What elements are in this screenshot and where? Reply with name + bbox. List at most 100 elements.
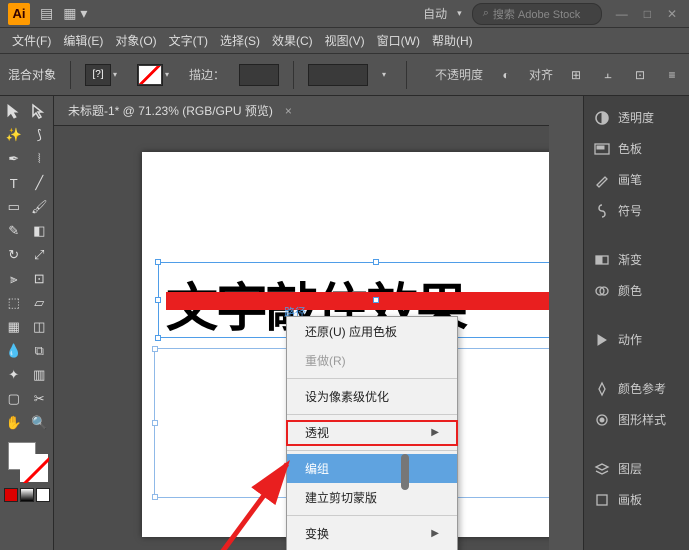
panel-dock-strip[interactable]: [549, 96, 583, 550]
symbol-sprayer-tool[interactable]: ✦: [2, 364, 26, 386]
context-menu: 还原(U) 应用色板 重做(R) 设为像素级优化 透视▶ 编组 建立剪切蒙版 变…: [286, 316, 458, 550]
opacity-label[interactable]: 不透明度: [435, 66, 483, 83]
eraser-tool[interactable]: ◧: [28, 220, 52, 242]
toolbox: ✨⟆ ✒⦚ T╱ ▭🖌 ✎◧ ↻⤢ ⫸⊡ ⬚▱ ▦◫ 💧⧉ ✦▥ ▢✂ ✋🔍: [0, 96, 54, 550]
ctx-group[interactable]: 编组: [287, 454, 457, 483]
color-mode-chip[interactable]: [4, 488, 18, 502]
chevron-down-icon[interactable]: ▾: [457, 8, 462, 19]
canvas-area: 未标题-1* @ 71.23% (RGB/GPU 预览) × 文字敲住效果 路径…: [54, 96, 549, 550]
scale-tool[interactable]: ⤢: [28, 244, 52, 266]
stroke-swatch[interactable]: [137, 64, 163, 86]
ctx-redo: 重做(R): [287, 346, 457, 375]
ctx-undo[interactable]: 还原(U) 应用色板: [287, 317, 457, 346]
panel-artboards[interactable]: 画板: [584, 484, 689, 515]
align-icon[interactable]: ⊞: [567, 66, 585, 84]
graphic-style-icon[interactable]: ◐: [497, 66, 515, 84]
panel-color[interactable]: 颜色: [584, 275, 689, 306]
minimize-button[interactable]: —: [612, 5, 632, 23]
maximize-button[interactable]: □: [640, 5, 655, 23]
none-mode-chip[interactable]: [36, 488, 50, 502]
close-tab-button[interactable]: ×: [285, 104, 292, 118]
panel-graphic-styles[interactable]: 图形样式: [584, 404, 689, 435]
panel-symbols[interactable]: 符号: [584, 195, 689, 226]
mesh-tool[interactable]: ▦: [2, 316, 26, 338]
artboard-tool[interactable]: ▢: [2, 388, 26, 410]
search-stock-input[interactable]: ⌕ 搜索 Adobe Stock: [472, 3, 602, 25]
menu-file[interactable]: 文件(F): [8, 29, 55, 52]
transform-icon[interactable]: ⫠: [599, 66, 617, 84]
direct-selection-tool[interactable]: [28, 100, 52, 122]
stroke-label: 描边：: [189, 66, 225, 83]
gradient-mode-chip[interactable]: [20, 488, 34, 502]
panel-menu-icon[interactable]: ≡: [663, 66, 681, 84]
stroke-weight[interactable]: [239, 64, 279, 86]
arrange-docs-icon[interactable]: ▦ ▾: [63, 5, 87, 22]
chevron-down-icon[interactable]: ▾: [113, 70, 123, 79]
menu-select[interactable]: 选择(S): [216, 29, 264, 52]
menu-edit[interactable]: 编辑(E): [59, 29, 107, 52]
bridge-icon[interactable]: ▤: [40, 5, 53, 22]
slice-tool[interactable]: ✂: [28, 388, 52, 410]
line-tool[interactable]: ╱: [28, 172, 52, 194]
close-button[interactable]: ✕: [663, 5, 681, 23]
menu-bar: 文件(F) 编辑(E) 对象(O) 文字(T) 选择(S) 效果(C) 视图(V…: [0, 28, 689, 54]
object-type-label: 混合对象: [8, 66, 56, 83]
type-tool[interactable]: T: [2, 172, 26, 194]
separator: [70, 61, 71, 89]
magic-wand-tool[interactable]: ✨: [2, 124, 26, 146]
panel-transparency[interactable]: 透明度: [584, 102, 689, 133]
gradient-tool[interactable]: ◫: [28, 316, 52, 338]
vertical-scrollbar[interactable]: [399, 224, 409, 548]
shaper-tool[interactable]: ✎: [2, 220, 26, 242]
chevron-down-icon[interactable]: ▾: [382, 70, 392, 79]
zoom-tool[interactable]: 🔍: [28, 412, 52, 434]
panel-swatches[interactable]: 色板: [584, 133, 689, 164]
ctx-make-clipping-mask[interactable]: 建立剪切蒙版: [287, 483, 457, 512]
isolate-icon[interactable]: ⊡: [631, 66, 649, 84]
menu-type[interactable]: 文字(T): [165, 29, 212, 52]
workspace-switcher[interactable]: 自动: [423, 5, 447, 22]
ctx-transform[interactable]: 变换▶: [287, 519, 457, 548]
chevron-right-icon: ▶: [431, 427, 439, 438]
panel-color-guide[interactable]: 颜色参考: [584, 373, 689, 404]
chevron-right-icon: ▶: [431, 528, 439, 539]
document-tab[interactable]: 未标题-1* @ 71.23% (RGB/GPU 预览) ×: [54, 96, 549, 126]
chevron-down-icon[interactable]: ▾: [165, 70, 175, 79]
shape-builder-tool[interactable]: ⬚: [2, 292, 26, 314]
panel-dock: 透明度 色板 画笔 符号 渐变 颜色 动作 颜色参考 图形样式 图层 画板: [583, 96, 689, 550]
menu-object[interactable]: 对象(O): [111, 29, 160, 52]
paintbrush-tool[interactable]: 🖌: [28, 196, 52, 218]
separator: [406, 61, 407, 89]
app-logo: Ai: [8, 3, 30, 25]
blend-tool[interactable]: ⧉: [28, 340, 52, 362]
panel-layers[interactable]: 图层: [584, 453, 689, 484]
menu-window[interactable]: 窗口(W): [373, 29, 424, 52]
menu-view[interactable]: 视图(V): [321, 29, 369, 52]
search-placeholder: 搜索 Adobe Stock: [493, 6, 580, 22]
search-icon: ⌕: [483, 7, 489, 20]
ctx-pixel-optimize[interactable]: 设为像素级优化: [287, 382, 457, 411]
perspective-tool[interactable]: ▱: [28, 292, 52, 314]
doc-title: 未标题-1* @ 71.23% (RGB/GPU 预览): [68, 102, 273, 119]
selection-tool[interactable]: [2, 100, 26, 122]
align-label[interactable]: 对齐: [529, 66, 553, 83]
panel-brushes[interactable]: 画笔: [584, 164, 689, 195]
curvature-tool[interactable]: ⦚: [28, 148, 52, 170]
brush-definition[interactable]: [308, 64, 368, 86]
rectangle-tool[interactable]: ▭: [2, 196, 26, 218]
lasso-tool[interactable]: ⟆: [28, 124, 52, 146]
menu-effect[interactable]: 效果(C): [268, 29, 317, 52]
hand-tool[interactable]: ✋: [2, 412, 26, 434]
menu-help[interactable]: 帮助(H): [428, 29, 477, 52]
ctx-perspective[interactable]: 透视▶: [287, 418, 457, 447]
fill-stroke-indicator[interactable]: [2, 440, 51, 484]
fill-swatch[interactable]: [?]: [85, 64, 111, 86]
eyedropper-tool[interactable]: 💧: [2, 340, 26, 362]
width-tool[interactable]: ⫸: [2, 268, 26, 290]
panel-actions[interactable]: 动作: [584, 324, 689, 355]
panel-gradient[interactable]: 渐变: [584, 244, 689, 275]
free-transform-tool[interactable]: ⊡: [28, 268, 52, 290]
rotate-tool[interactable]: ↻: [2, 244, 26, 266]
pen-tool[interactable]: ✒: [2, 148, 26, 170]
graph-tool[interactable]: ▥: [28, 364, 52, 386]
